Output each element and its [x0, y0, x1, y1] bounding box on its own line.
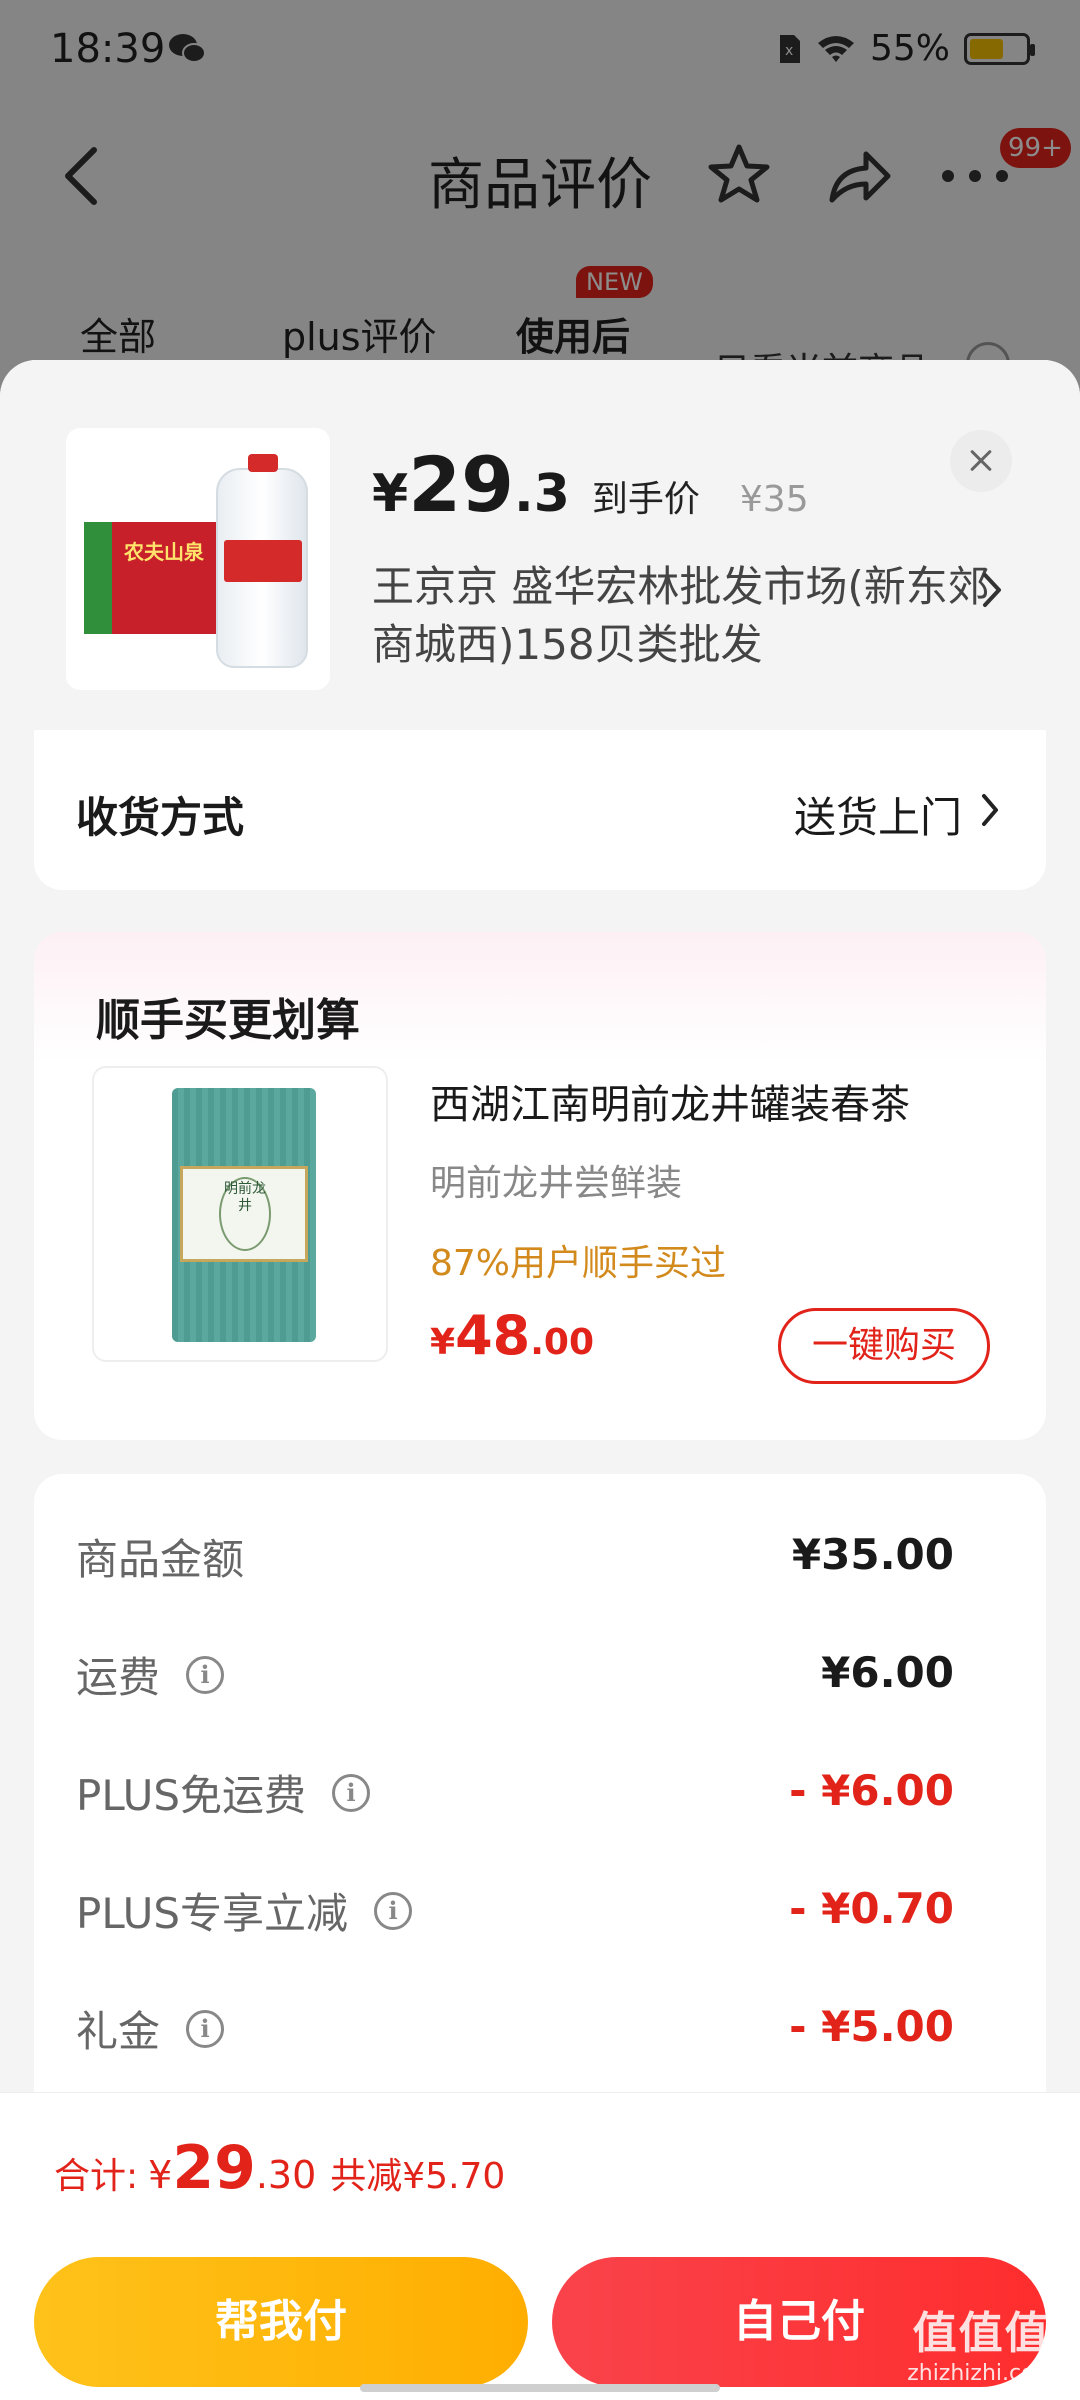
upsell-product-subtitle: 明前龙井尝鲜装	[430, 1163, 683, 1204]
total-amount: 合计: ¥29.30 共减¥5.70	[54, 2133, 506, 2203]
summary-value: - ¥5.00	[789, 2002, 954, 2051]
info-icon[interactable]: i	[332, 1773, 371, 1812]
info-icon[interactable]: i	[186, 1655, 225, 1694]
product-image: 农夫山泉	[66, 428, 330, 690]
upsell-card: 顺手买更划算 明前龙井 西湖江南明前龙井罐装春茶 明前龙井尝鲜装 87%用户顺手…	[34, 932, 1046, 1440]
upsell-product-image[interactable]: 明前龙井	[92, 1066, 388, 1362]
summary-value: ¥35.00	[791, 1530, 954, 1579]
chevron-right-icon	[983, 573, 1001, 607]
summary-value: ¥6.00	[821, 1648, 954, 1697]
watermark: 值值值 zhizhizhi.com	[907, 2308, 1056, 2386]
shop-name[interactable]: 王京京 盛华宏林批发市场(新东郊商城西)158贝类批发	[372, 558, 992, 674]
upsell-price: ¥48.00	[430, 1304, 594, 1367]
delivery-value: 送货上门	[793, 793, 962, 842]
summary-row-gift-cash: 礼金 i - ¥5.00	[76, 1998, 954, 2058]
summary-row-plus-free-shipping: PLUS免运费 i - ¥6.00	[76, 1762, 954, 1822]
close-button[interactable]	[950, 430, 1012, 492]
summary-row-goods: 商品金额 ¥35.00	[76, 1526, 954, 1586]
upsell-buy-rate: 87%用户顺手买过	[430, 1243, 727, 1284]
delivery-method-row[interactable]: 收货方式 送货上门	[34, 730, 1046, 890]
water-box-image: 农夫山泉	[84, 522, 234, 634]
home-indicator[interactable]	[360, 2384, 720, 2392]
help-me-pay-button[interactable]: 帮我付	[34, 2257, 528, 2387]
summary-value: - ¥0.70	[789, 1884, 954, 1933]
total-saved: 共减¥5.70	[330, 2156, 506, 2197]
price-decimal: .3	[513, 464, 570, 524]
original-price: ¥35	[739, 479, 809, 520]
total-label: 合计:	[54, 2156, 139, 2197]
tea-tin-image: 明前龙井	[172, 1088, 316, 1342]
price-currency: ¥	[372, 464, 409, 524]
info-icon[interactable]: i	[186, 2009, 225, 2048]
info-icon[interactable]: i	[374, 1891, 413, 1930]
delivery-label: 收货方式	[76, 793, 245, 842]
summary-value: - ¥6.00	[789, 1766, 954, 1815]
chevron-right-icon	[982, 794, 998, 826]
upsell-product-name[interactable]: 西湖江南明前龙井罐装春茶	[430, 1072, 1020, 1130]
summary-label: PLUS免运费	[76, 1771, 307, 1820]
summary-row-plus-discount: PLUS专享立减 i - ¥0.70	[76, 1880, 954, 1940]
price-label: 到手价	[591, 479, 700, 520]
product-price: ¥ 29 .3 到手价 ¥35	[372, 440, 809, 529]
summary-label: PLUS专享立减	[76, 1889, 349, 1938]
one-click-buy-button[interactable]: 一键购买	[778, 1308, 990, 1384]
checkout-footer: 合计: ¥29.30 共减¥5.70 帮我付 自己付 值值值 zhizhizhi…	[0, 2092, 1080, 2400]
summary-row-shipping: 运费 i ¥6.00	[76, 1644, 954, 1704]
summary-label: 运费	[76, 1653, 161, 1702]
product-header: 农夫山泉 ¥ 29 .3 到手价 ¥35 王京京 盛华宏林批发市场(新东郊商城西…	[0, 360, 1080, 730]
water-bottle-image	[216, 454, 308, 668]
summary-label: 礼金	[76, 2007, 161, 2056]
summary-label: 商品金额	[76, 1535, 245, 1584]
upsell-title: 顺手买更划算	[96, 995, 360, 1046]
price-integer: 29	[408, 440, 514, 529]
